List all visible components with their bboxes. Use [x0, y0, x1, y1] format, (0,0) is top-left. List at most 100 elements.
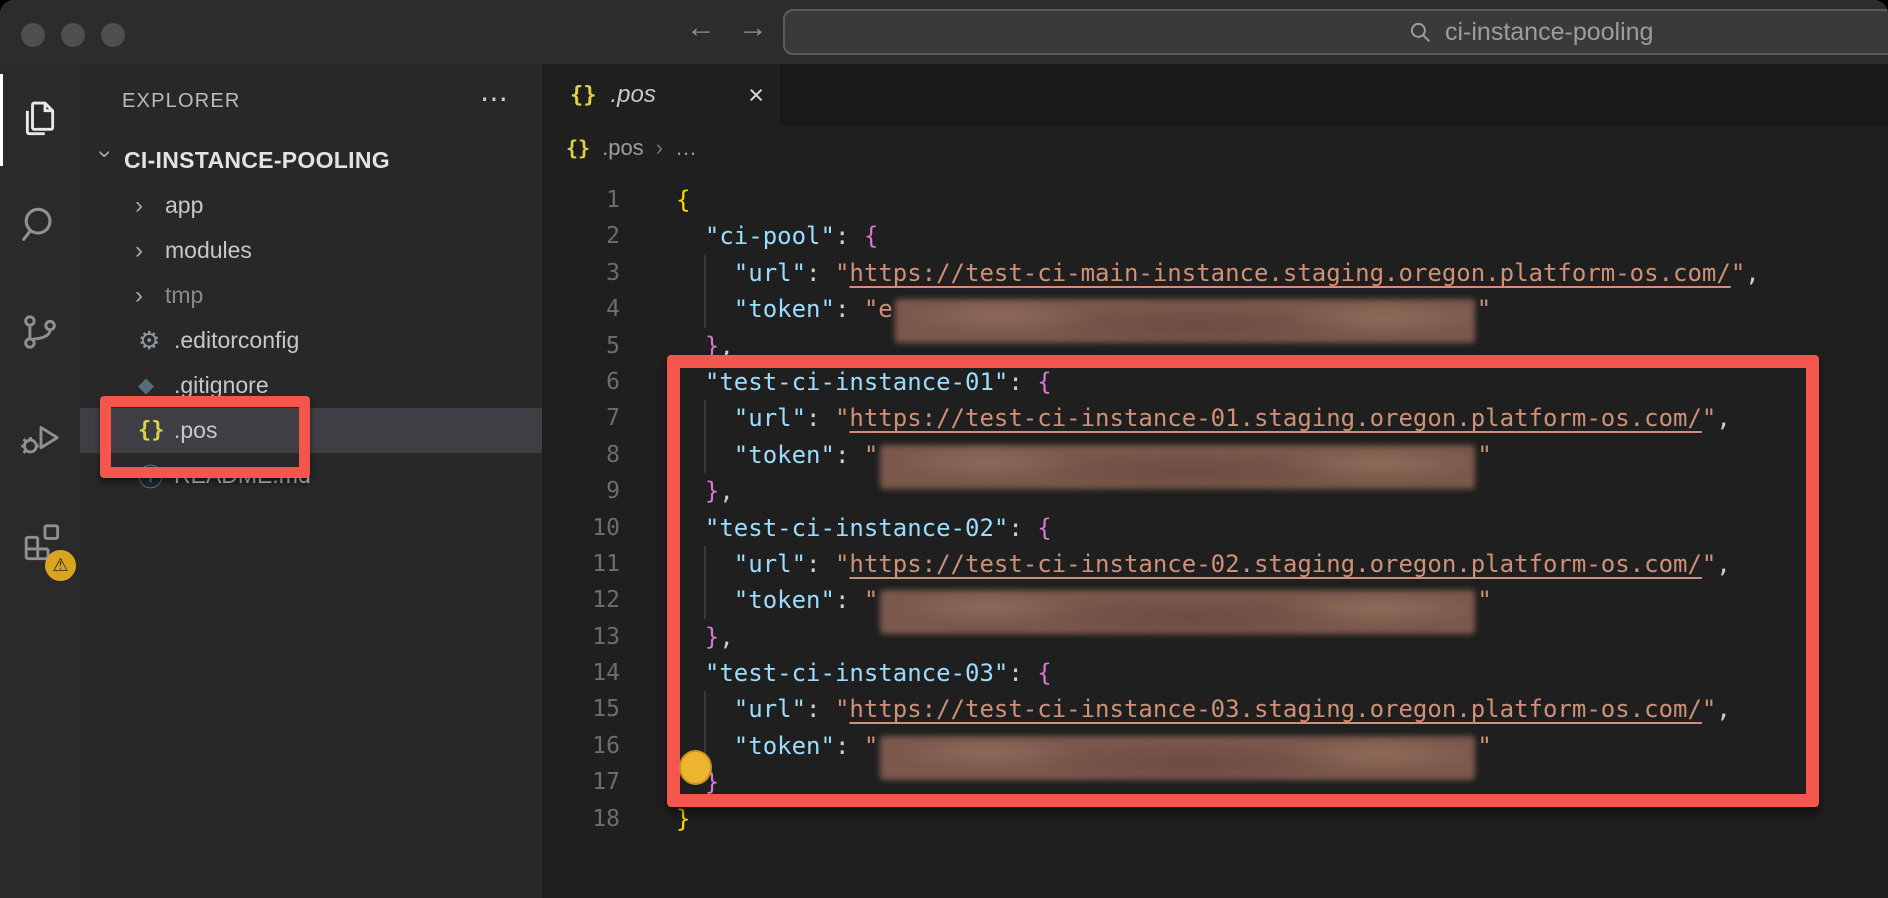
json-file-icon: {}: [570, 83, 597, 108]
code-line[interactable]: 3 "url": "https://test-ci-main-instance.…: [542, 255, 1888, 291]
line-number[interactable]: 8: [542, 437, 620, 473]
code-text: "url": "https://test-ci-instance-03.stag…: [620, 691, 1731, 727]
tree-item-editorconfig[interactable]: ⚙.editorconfig: [80, 318, 542, 363]
code-text: },: [620, 619, 734, 655]
line-number[interactable]: 17: [542, 764, 620, 800]
code-text: "url": "https://test-ci-main-instance.st…: [620, 255, 1760, 291]
line-number[interactable]: 6: [542, 364, 620, 400]
code-line[interactable]: 12 "token": "": [542, 582, 1888, 618]
code-text: "url": "https://test-ci-instance-01.stag…: [620, 400, 1731, 436]
code-text: },: [620, 328, 734, 364]
line-number[interactable]: 11: [542, 546, 620, 582]
code-text: "token": "": [620, 437, 1492, 473]
redacted-token: [880, 590, 1475, 634]
braces-file-icon: {}: [138, 418, 174, 443]
extensions-icon[interactable]: ⚠: [0, 511, 80, 575]
breadcrumb-separator: ›: [656, 135, 663, 161]
minimize-window-button[interactable]: [61, 23, 85, 47]
code-line[interactable]: 11 "url": "https://test-ci-instance-02.s…: [542, 546, 1888, 582]
tab-label: .pos: [611, 81, 656, 109]
line-number[interactable]: 3: [542, 255, 620, 291]
code-text: "ci-pool": {: [620, 218, 878, 254]
line-number[interactable]: 12: [542, 582, 620, 618]
line-number[interactable]: 7: [542, 400, 620, 436]
source-control-icon[interactable]: [0, 300, 80, 364]
code-line[interactable]: 4 "token": "e": [542, 291, 1888, 327]
tree-item-pos[interactable]: {}.pos: [80, 408, 542, 453]
file-label: modules: [165, 237, 252, 264]
tree-item-tmp[interactable]: ›tmp: [80, 273, 542, 318]
code-text: "token": "": [620, 728, 1492, 764]
code-line[interactable]: 18}: [542, 801, 1888, 837]
explorer-tree: › CI-INSTANCE-POOLING ›app›modules›tmp⚙.…: [80, 138, 542, 498]
git-file-icon: ◆: [138, 373, 174, 398]
gear-file-icon: ⚙: [138, 326, 174, 356]
code-line[interactable]: 16 "token": "": [542, 728, 1888, 764]
chevron-right-icon: ›: [135, 192, 165, 220]
search-view-icon[interactable]: [0, 193, 80, 257]
code-text: "url": "https://test-ci-instance-02.stag…: [620, 546, 1731, 582]
file-label: app: [165, 192, 203, 219]
code-line[interactable]: 6 "test-ci-instance-01": {: [542, 364, 1888, 400]
search-box-text: ci-instance-pooling: [1445, 18, 1653, 47]
code-line[interactable]: 2 "ci-pool": {: [542, 218, 1888, 254]
titlebar: ← → ci-instance-pooling: [0, 0, 1888, 64]
tree-item-readme.md[interactable]: ⓘREADME.md: [80, 453, 542, 498]
traffic-lights: [21, 23, 125, 47]
chevron-right-icon: ›: [135, 282, 165, 310]
code-line[interactable]: 8 "token": "": [542, 437, 1888, 473]
code-line[interactable]: 7 "url": "https://test-ci-instance-01.st…: [542, 400, 1888, 436]
code-text: "test-ci-instance-01": {: [620, 364, 1052, 400]
back-arrow-icon[interactable]: ←: [686, 11, 716, 45]
close-window-button[interactable]: [21, 23, 45, 47]
explorer-header: EXPLORER: [122, 90, 241, 113]
json-file-icon: {}: [566, 136, 590, 160]
tree-item-gitignore[interactable]: ◆.gitignore: [80, 363, 542, 408]
line-number[interactable]: 1: [542, 182, 620, 218]
code-text: "test-ci-instance-03": {: [620, 655, 1052, 691]
code-line[interactable]: 1{: [542, 182, 1888, 218]
run-debug-icon[interactable]: [0, 406, 80, 470]
line-number[interactable]: 16: [542, 728, 620, 764]
vscode-window: ← → ci-instance-pooling: [0, 0, 1888, 898]
warning-icon: ⚠: [52, 555, 68, 576]
code-line[interactable]: 10 "test-ci-instance-02": {: [542, 510, 1888, 546]
tree-root-ci-instance-pooling[interactable]: › CI-INSTANCE-POOLING: [80, 138, 542, 183]
code-area[interactable]: 1{2 "ci-pool": {3 "url": "https://test-c…: [542, 170, 1888, 898]
zoom-window-button[interactable]: [101, 23, 125, 47]
breadcrumb-file[interactable]: .pos: [602, 135, 644, 161]
line-number[interactable]: 4: [542, 291, 620, 327]
line-number[interactable]: 15: [542, 691, 620, 727]
code-text: },: [620, 473, 734, 509]
redacted-token: [880, 736, 1475, 780]
line-number[interactable]: 2: [542, 218, 620, 254]
line-number[interactable]: 5: [542, 328, 620, 364]
code-text: }: [620, 801, 690, 837]
file-label: .gitignore: [174, 372, 269, 399]
code-line[interactable]: 14 "test-ci-instance-03": {: [542, 655, 1888, 691]
breadcrumb-more[interactable]: …: [675, 135, 697, 161]
line-number[interactable]: 13: [542, 619, 620, 655]
file-label: .pos: [174, 417, 217, 444]
code-line[interactable]: 15 "url": "https://test-ci-instance-03.s…: [542, 691, 1888, 727]
tree-item-modules[interactable]: ›modules: [80, 228, 542, 273]
line-number[interactable]: 18: [542, 801, 620, 837]
line-number[interactable]: 9: [542, 473, 620, 509]
file-label: tmp: [165, 282, 203, 309]
search-icon: [1407, 19, 1433, 45]
line-number[interactable]: 10: [542, 510, 620, 546]
file-label: README.md: [174, 462, 311, 489]
tab-pos[interactable]: {} .pos ×: [542, 64, 780, 126]
line-number[interactable]: 14: [542, 655, 620, 691]
tab-bar: {} .pos ×: [542, 64, 1888, 126]
code-text: "test-ci-instance-02": {: [620, 510, 1052, 546]
chevron-down-icon: ›: [91, 150, 119, 172]
tree-item-app[interactable]: ›app: [80, 183, 542, 228]
close-tab-icon[interactable]: ×: [748, 82, 764, 109]
root-folder-label: CI-INSTANCE-POOLING: [124, 147, 390, 174]
forward-arrow-icon[interactable]: →: [738, 11, 768, 45]
explorer-icon[interactable]: [0, 86, 80, 150]
activity-bar: ⚠: [0, 64, 80, 898]
command-search-box[interactable]: ci-instance-pooling: [783, 9, 1888, 55]
explorer-actions-button[interactable]: ⋯: [480, 82, 510, 115]
